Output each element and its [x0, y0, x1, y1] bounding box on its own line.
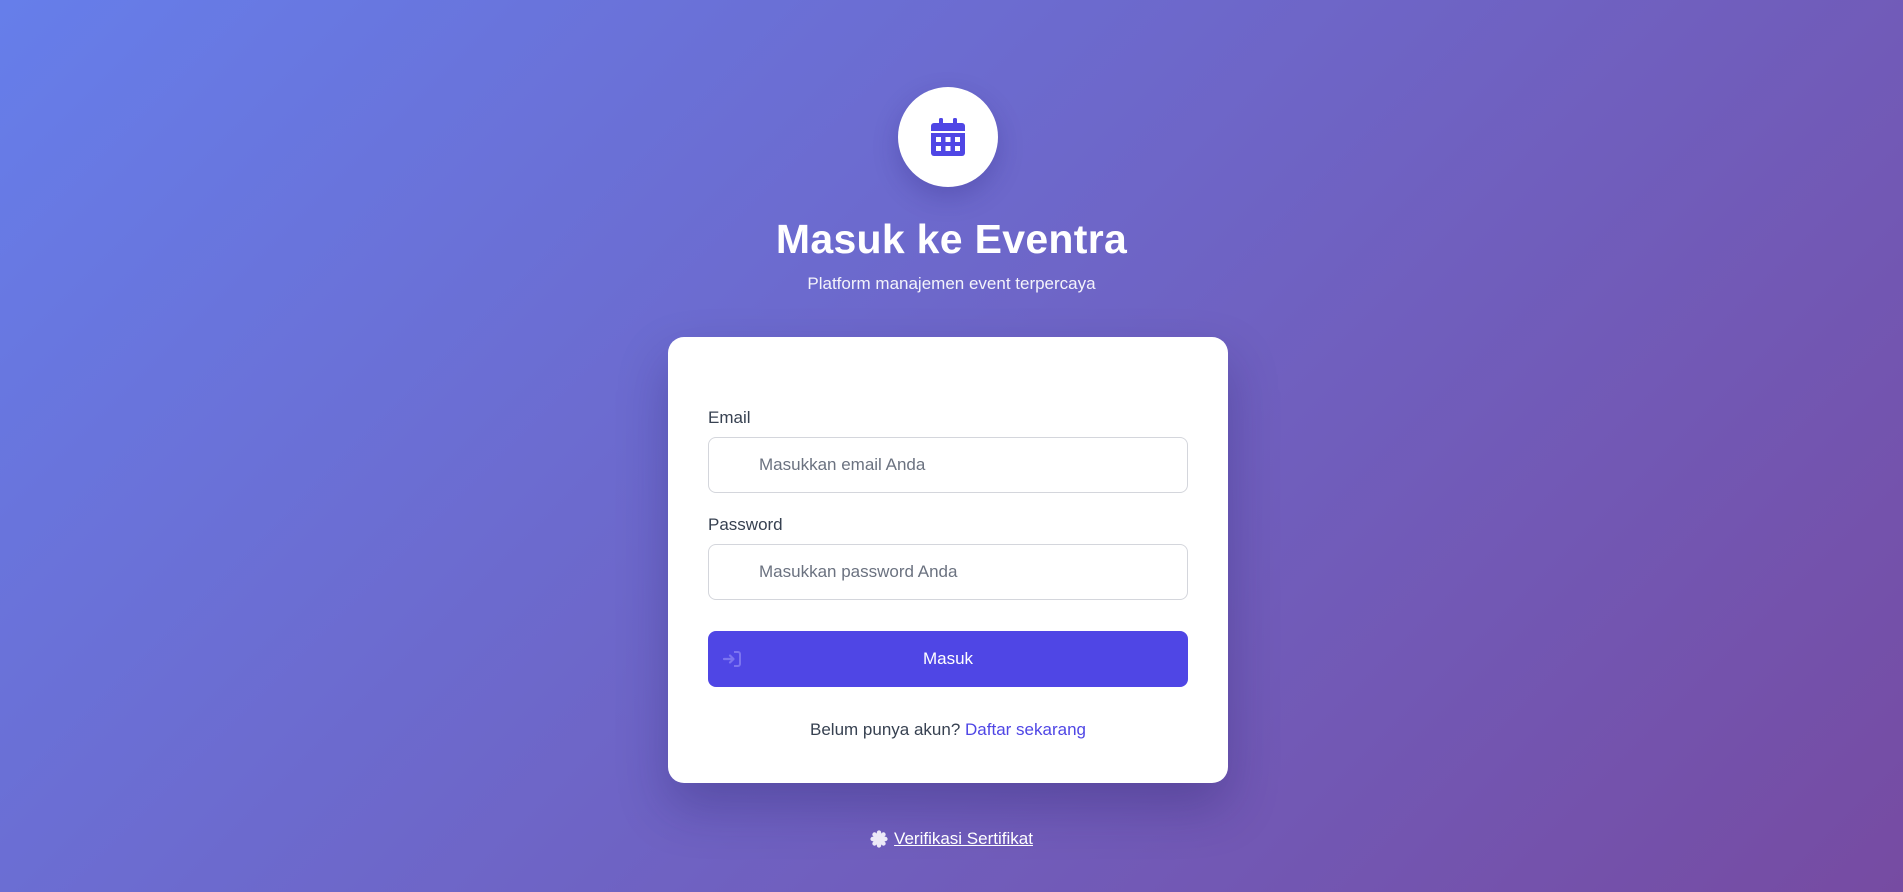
verify-certificate-row: Verifikasi Sertifikat	[0, 828, 1903, 854]
password-label: Password	[708, 515, 783, 534]
register-link[interactable]: Daftar sekarang	[965, 720, 1086, 739]
email-label: Email	[708, 408, 751, 427]
register-prompt-text: Belum punya akun?	[810, 720, 961, 739]
calendar-icon	[931, 118, 965, 156]
login-button[interactable]: Masuk	[708, 631, 1188, 687]
logo-badge	[898, 87, 998, 187]
page-title: Masuk ke Eventra	[775, 216, 1128, 262]
register-prompt: Belum punya akun? Daftar sekarang	[668, 719, 1228, 741]
login-button-label: Masuk	[922, 649, 974, 668]
login-card: Email Password Masuk Belum	[668, 337, 1228, 783]
password-field-wrapper	[708, 544, 1188, 600]
email-field-wrapper	[708, 437, 1188, 493]
verify-certificate-link[interactable]: Verifikasi Sertifikat	[870, 828, 1033, 850]
password-input[interactable]	[709, 545, 1187, 599]
verify-certificate-label: Verifikasi Sertifikat	[894, 829, 1033, 848]
email-input[interactable]	[709, 438, 1187, 492]
page-subtitle: Platform manajemen event terpercaya	[807, 274, 1096, 293]
certificate-icon	[870, 830, 888, 848]
